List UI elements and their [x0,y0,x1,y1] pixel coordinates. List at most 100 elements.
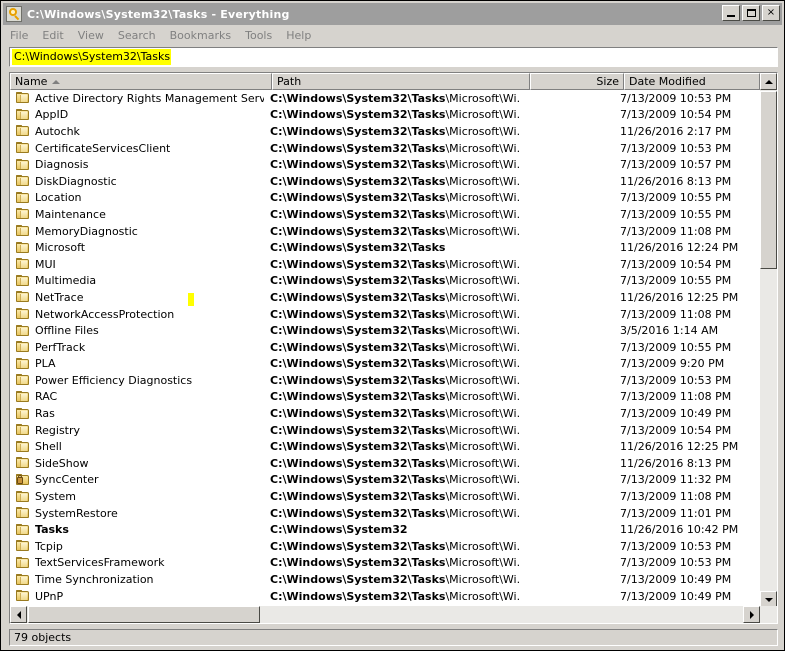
table-row[interactable]: Time Synchronization C:\Windows\System32\… [10,571,760,588]
cell-path-match: C:\Windows\System32\Tasks [270,174,446,188]
table-row[interactable]: Ras C:\Windows\System32\Tasks\Microsoft\W… [10,405,760,422]
cell-path-rest: \Microsoft\Wi... [445,158,520,172]
table-row[interactable]: Microsoft C:\Windows\System32\Tasks 11/26/… [10,239,760,256]
folder-icon [16,175,30,187]
menu-item-edit[interactable]: Edit [35,27,70,44]
maximize-button[interactable] [742,5,760,21]
cell-path-rest: \Microsoft\Wi... [445,589,520,603]
column-header-date-modified[interactable]: Date Modified [624,73,760,90]
table-row[interactable]: Location C:\Windows\System32\Tasks\Micros… [10,190,760,207]
cell-path-rest: \Microsoft\Wi... [445,108,520,122]
table-row[interactable]: Diagnosis C:\Windows\System32\Tasks\Micro… [10,156,760,173]
vertical-scrollbar[interactable] [760,73,777,608]
folder-icon [16,108,30,121]
text-caret-artifact [188,293,194,306]
cell-path-match: C:\Windows\System32\Tasks [270,556,446,570]
menu-item-bookmarks[interactable]: Bookmarks [163,27,238,44]
cell-name: Multimedia [10,274,264,287]
table-row[interactable]: Tcpip C:\Windows\System32\Tasks\Microsoft… [10,538,760,555]
horizontal-scrollbar-thumb[interactable] [28,606,260,623]
table-row[interactable]: MemoryDiagnostic C:\Windows\System32\Task… [10,223,760,240]
table-row[interactable]: SystemRestore C:\Windows\System32\Tasks\M… [10,505,760,522]
table-row[interactable]: Autochk C:\Windows\System32\Tasks\Microso… [10,123,760,140]
cell-name-label: Diagnosis [35,158,89,172]
column-header-size[interactable]: Size [530,73,624,90]
table-row[interactable]: Active Directory Rights Management Servi… [10,90,760,107]
close-button[interactable]: × [762,5,780,21]
column-header-name[interactable]: Name [10,73,272,90]
cell-date-modified: 11/26/2016 10:42 PM [620,523,739,537]
scroll-left-button[interactable] [10,606,27,623]
cell-name: Offline Files [10,324,264,337]
folder-icon [16,142,30,154]
cell-path: C:\Windows\System32\Tasks\Microsoft\Wi..… [264,457,520,470]
cell-path-match: C:\Windows\System32\Tasks [270,141,446,155]
table-row[interactable]: Multimedia C:\Windows\System32\Tasks\Micr… [10,273,760,290]
cell-name: Active Directory Rights Management Servi… [10,92,264,105]
horizontal-scrollbar[interactable] [10,606,777,623]
search-input[interactable]: C:\Windows\System32\Tasks [9,47,778,67]
cell-name: Time Synchronization [10,573,264,586]
table-row[interactable]: Maintenance C:\Windows\System32\Tasks\Mic… [10,206,760,223]
table-row[interactable]: Tasks C:\Windows\System32 11/26/2016 10:42… [10,521,760,538]
cell-date-modified: 11/26/2016 8:13 PM [620,456,732,470]
table-row[interactable]: MUI C:\Windows\System32\Tasks\Microsoft\W… [10,256,760,273]
cell-name: CertificateServicesClient [10,142,264,155]
table-row[interactable]: CertificateServicesClient C:\Windows\Syst… [10,140,760,157]
folder-icon [16,357,30,370]
table-row[interactable]: System C:\Windows\System32\Tasks\Microsof… [10,488,760,505]
cell-date-modified: 7/13/2009 10:53 PM [620,141,732,155]
table-row[interactable]: PerfTrack C:\Windows\System32\Tasks\Micro… [10,339,760,356]
cell-name: SideShow [10,457,264,470]
cell-path-rest: \Microsoft\Wi... [445,174,520,188]
cell-name: SystemRestore [10,507,264,520]
cell-date-modified: 7/13/2009 10:53 PM [620,539,732,553]
table-row[interactable]: DiskDiagnostic C:\Windows\System32\Tasks\… [10,173,760,190]
column-header-path[interactable]: Path [272,73,530,90]
cell-name-label: MUI [35,257,56,271]
table-row[interactable]: NetworkAccessProtection C:\Windows\System… [10,306,760,323]
table-row[interactable]: AppID C:\Windows\System32\Tasks\Microsoft… [10,107,760,124]
table-row[interactable]: SideShow C:\Windows\System32\Tasks\Micros… [10,455,760,472]
table-row[interactable]: PLA C:\Windows\System32\Tasks\Microsoft\W… [10,356,760,373]
menu-item-tools[interactable]: Tools [238,27,279,44]
table-row[interactable]: NetTrace C:\Windows\System32\Tasks\Micros… [10,289,760,306]
table-row[interactable]: UPnP C:\Windows\System32\Tasks\Microsoft\… [10,588,760,605]
cell-name-label: Power Efficiency Diagnostics [35,373,193,387]
vertical-scrollbar-thumb[interactable] [760,91,777,269]
menu-item-search[interactable]: Search [111,27,163,44]
title-bar[interactable]: C:\Windows\System32\Tasks - Everything × [3,3,782,25]
cell-date-modified: 7/13/2009 9:20 PM [620,357,725,371]
table-row[interactable]: Registry C:\Windows\System32\Tasks\Micros… [10,422,760,439]
cell-path-match: C:\Windows\System32\Tasks [270,207,446,221]
scroll-up-button[interactable] [760,73,777,90]
table-row[interactable]: Offline Files C:\Windows\System32\Tasks\M… [10,322,760,339]
cell-path-rest: \Microsoft\Wi... [445,91,520,105]
cell-path-match: C:\Windows\System32\Tasks [270,274,446,288]
scroll-right-button[interactable] [743,606,760,623]
folder-icon [16,390,30,403]
table-row[interactable]: SyncCenter C:\Windows\System32\Tasks\Micr… [10,472,760,489]
table-row[interactable]: Shell C:\Windows\System32\Tasks\Microsoft… [10,438,760,455]
table-row[interactable]: TextServicesFramework C:\Windows\System32… [10,555,760,572]
folder-icon [16,125,30,137]
folder-icon [16,590,30,602]
cell-name-label: SystemRestore [35,506,118,520]
cell-name-label: MemoryDiagnostic [35,224,138,238]
minimize-button[interactable] [722,5,740,21]
table-row[interactable]: Power Efficiency Diagnostics C:\Windows\S… [10,372,760,389]
column-header-row: Name Path Size Date Modified [10,73,777,90]
table-row[interactable]: RAC C:\Windows\System32\Tasks\Microsoft\W… [10,389,760,406]
folder-locked-icon [16,473,30,486]
cell-date-modified: 11/26/2016 12:24 PM [620,241,739,255]
menu-item-view[interactable]: View [71,27,111,44]
cell-path: C:\Windows\System32\Tasks\Microsoft\Wi..… [264,308,520,321]
menu-item-help[interactable]: Help [279,27,318,44]
cell-date-modified: 7/13/2009 10:49 PM [620,407,732,421]
cell-name-label: Maintenance [35,207,106,221]
cell-path-rest: \Microsoft\Wi... [445,423,520,437]
folder-icon [16,407,30,420]
menu-item-file[interactable]: File [3,27,35,44]
cell-path-rest: \Microsoft\Wi... [445,124,520,138]
folder-icon [16,573,30,586]
